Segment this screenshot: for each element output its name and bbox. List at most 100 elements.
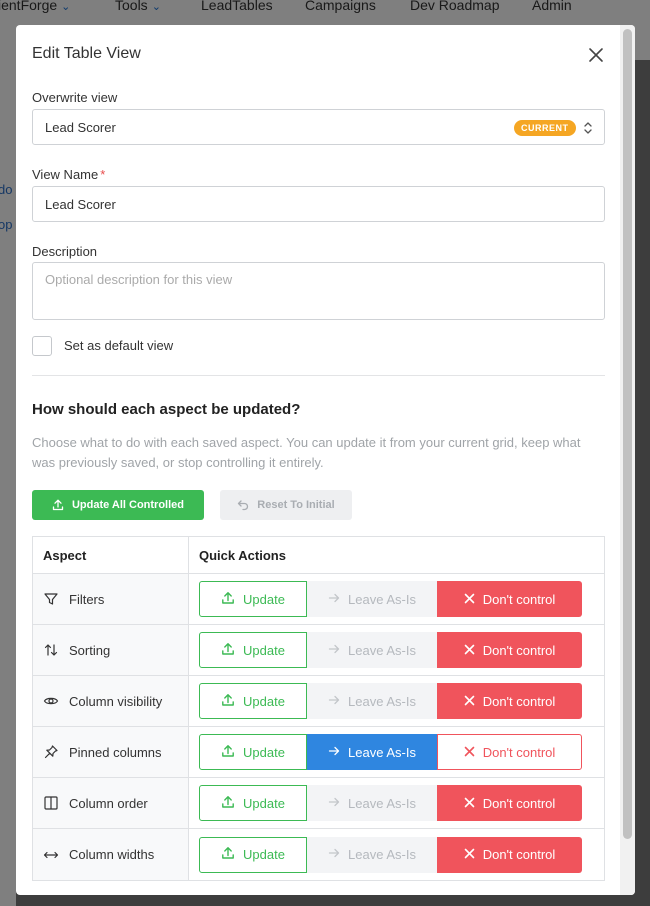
quick-actions-cell: Update Leave As-Is Don't control bbox=[189, 676, 604, 726]
header-aspect: Aspect bbox=[43, 547, 87, 563]
dont-control-label: Don't control bbox=[482, 744, 556, 760]
table-row: Column order Update Leave As-Is Don't contr… bbox=[33, 778, 604, 829]
close-icon bbox=[464, 694, 475, 709]
table-body: Filters Update Leave As-Is Don't control Sor… bbox=[33, 574, 604, 880]
aspect-name: Sorting bbox=[69, 642, 111, 658]
divider bbox=[32, 375, 605, 376]
eye-icon bbox=[43, 693, 59, 709]
aspect-cell: Sorting bbox=[33, 625, 189, 675]
dont-control-button[interactable]: Don't control bbox=[437, 785, 582, 821]
undo-icon bbox=[238, 500, 249, 511]
table-row: Sorting Update Leave As-Is Don't control bbox=[33, 625, 604, 676]
update-button[interactable]: Update bbox=[199, 632, 307, 668]
table-row: Column widths Update Leave As-Is Don't cont… bbox=[33, 829, 604, 880]
leave-label: Leave As-Is bbox=[348, 744, 416, 760]
aspect-name: Filters bbox=[69, 591, 105, 607]
scrollbar-thumb[interactable] bbox=[623, 29, 632, 839]
aspect-name: Pinned columns bbox=[69, 744, 162, 760]
leave-as-is-button[interactable]: Leave As-Is bbox=[307, 683, 437, 719]
aspect-section-description: Choose what to do with each saved aspect… bbox=[32, 435, 581, 470]
close-icon bbox=[464, 847, 475, 862]
dont-control-label: Don't control bbox=[482, 795, 556, 811]
dont-control-label: Don't control bbox=[482, 847, 556, 862]
update-button[interactable]: Update bbox=[199, 785, 307, 821]
modal-title: Edit Table View bbox=[32, 45, 141, 62]
upload-icon bbox=[221, 591, 235, 608]
leave-label: Leave As-Is bbox=[348, 847, 416, 862]
description-textarea[interactable]: Optional description for this view bbox=[32, 262, 605, 320]
aspect-name: Column widths bbox=[69, 847, 155, 862]
arrow-right-icon bbox=[328, 847, 340, 862]
dont-control-label: Don't control bbox=[482, 693, 556, 709]
upload-icon bbox=[221, 744, 235, 761]
view-name-label-text: View Name bbox=[32, 167, 99, 182]
aspect-cell: Column widths bbox=[33, 829, 189, 880]
leave-label: Leave As-Is bbox=[348, 591, 416, 607]
close-icon bbox=[464, 643, 475, 658]
required-mark: * bbox=[100, 167, 106, 182]
dont-control-button[interactable]: Don't control bbox=[437, 683, 582, 719]
pin-icon bbox=[43, 744, 59, 760]
update-label: Update bbox=[243, 795, 285, 811]
default-view-label: Set as default view bbox=[64, 338, 174, 353]
header-cell-actions: Quick Actions bbox=[189, 537, 604, 573]
filter-icon bbox=[43, 591, 59, 607]
default-view-checkbox[interactable] bbox=[32, 336, 52, 356]
update-all-controlled-button[interactable]: Update All Controlled bbox=[32, 490, 204, 520]
update-label: Update bbox=[243, 591, 285, 607]
aspect-cell: Column order bbox=[33, 778, 189, 828]
close-icon bbox=[464, 592, 475, 607]
updown-chevron-icon bbox=[584, 122, 592, 134]
reset-to-initial-button[interactable]: Reset To Initial bbox=[220, 490, 352, 520]
aspect-name: Column order bbox=[69, 795, 148, 811]
overwrite-view-select[interactable]: Lead Scorer CURRENT bbox=[32, 109, 605, 145]
table-header-row: Aspect Quick Actions bbox=[33, 537, 604, 574]
table-row: Pinned columns Update Leave As-Is Don't con… bbox=[33, 727, 604, 778]
edit-view-modal: Edit Table View Overwrite view Lead Scor… bbox=[16, 25, 635, 895]
arrow-right-icon bbox=[328, 592, 340, 607]
view-name-label: View Name * bbox=[32, 167, 105, 182]
dont-control-button[interactable]: Don't control bbox=[437, 734, 582, 770]
upload-icon bbox=[221, 693, 235, 710]
leave-as-is-button[interactable]: Leave As-Is bbox=[307, 632, 437, 668]
scrollbar[interactable] bbox=[620, 25, 635, 895]
leave-as-is-button[interactable]: Leave As-Is bbox=[307, 785, 437, 821]
arrow-right-icon bbox=[328, 745, 340, 760]
dont-control-button[interactable]: Don't control bbox=[437, 836, 582, 873]
dont-control-button[interactable]: Don't control bbox=[437, 632, 582, 668]
quick-actions-cell: Update Leave As-Is Don't control bbox=[189, 574, 604, 624]
leave-as-is-button[interactable]: Leave As-Is bbox=[307, 734, 437, 770]
update-button[interactable]: Update bbox=[199, 581, 307, 617]
update-button[interactable]: Update bbox=[199, 683, 307, 719]
arrow-right-icon bbox=[328, 694, 340, 709]
leave-as-is-button[interactable]: Leave As-Is bbox=[307, 836, 437, 873]
close-icon bbox=[464, 745, 475, 760]
update-label: Update bbox=[243, 693, 285, 709]
aspect-section-title: How should each aspect be updated? bbox=[32, 401, 301, 418]
leave-label: Leave As-Is bbox=[348, 795, 416, 811]
reset-label: Reset To Initial bbox=[257, 499, 335, 511]
table-row: Column visibility Update Leave As-Is Don't … bbox=[33, 676, 604, 727]
upload-icon bbox=[221, 846, 235, 863]
dont-control-label: Don't control bbox=[482, 642, 556, 658]
sort-icon bbox=[43, 642, 59, 658]
close-icon bbox=[464, 796, 475, 811]
update-button[interactable]: Update bbox=[199, 734, 307, 770]
update-all-label: Update All Controlled bbox=[71, 499, 185, 511]
update-label: Update bbox=[243, 847, 285, 862]
leave-label: Leave As-Is bbox=[348, 693, 416, 709]
table-row: Filters Update Leave As-Is Don't control bbox=[33, 574, 604, 625]
current-badge: CURRENT bbox=[514, 120, 576, 136]
dont-control-button[interactable]: Don't control bbox=[437, 581, 582, 617]
columns-icon bbox=[43, 795, 59, 811]
overwrite-view-label: Overwrite view bbox=[32, 90, 118, 105]
leave-as-is-button[interactable]: Leave As-Is bbox=[307, 581, 437, 617]
quick-actions-cell: Update Leave As-Is Don't control bbox=[189, 727, 604, 777]
update-button[interactable]: Update bbox=[199, 836, 307, 873]
view-name-input[interactable]: Lead Scorer bbox=[32, 186, 605, 222]
close-icon[interactable] bbox=[587, 46, 605, 64]
update-label: Update bbox=[243, 744, 285, 760]
header-cell-aspect: Aspect bbox=[33, 537, 189, 573]
resize-horizontal-icon bbox=[43, 847, 59, 863]
dont-control-label: Don't control bbox=[482, 591, 556, 607]
